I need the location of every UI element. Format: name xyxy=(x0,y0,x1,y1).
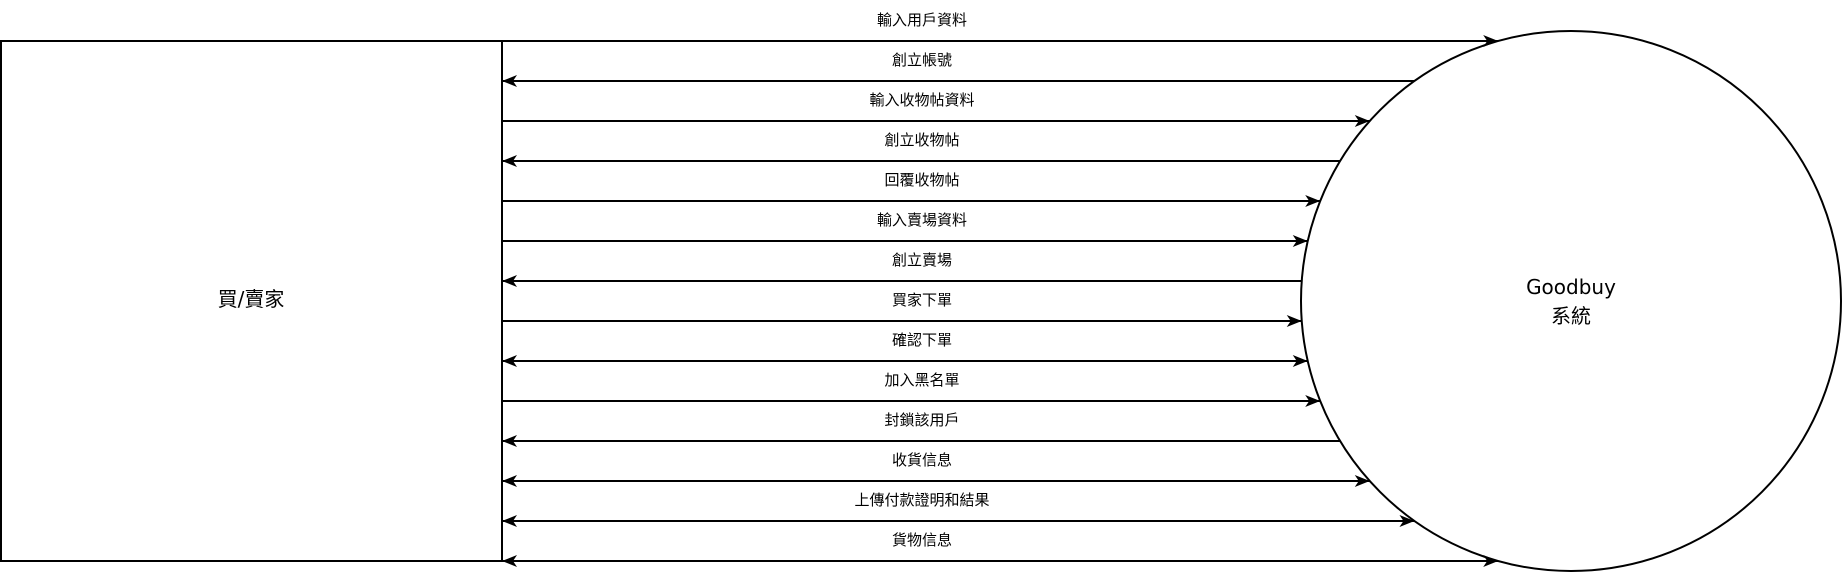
flow-label: 封鎖該用戶 xyxy=(884,411,959,429)
flow-label: 買家下單 xyxy=(892,291,952,309)
flow-label: 輸入收物帖資料 xyxy=(869,91,974,109)
flow-label: 確認下單 xyxy=(892,331,952,349)
flow-label: 回覆收物帖 xyxy=(884,171,959,189)
flow-label: 收貨信息 xyxy=(892,451,952,469)
system-name: Goodbuy xyxy=(1526,275,1616,299)
system-subtitle: 系統 xyxy=(1551,304,1591,328)
flow-label: 創立帳號 xyxy=(892,51,952,69)
flow-label: 上傳付款證明和結果 xyxy=(854,491,989,509)
flow-label: 加入黑名單 xyxy=(884,371,959,389)
flow-label: 創立賣場 xyxy=(892,251,952,269)
flow-label: 貨物信息 xyxy=(892,531,952,549)
system-circle xyxy=(1300,30,1842,572)
flow-label: 輸入用戶資料 xyxy=(877,11,967,29)
context-diagram: 買/賣家 Goodbuy 系統 輸入用戶資料創立帳號輸入收物帖資料創立收物帖回覆… xyxy=(0,11,1842,572)
flow-label: 創立收物帖 xyxy=(884,131,959,149)
flow-label: 輸入賣場資料 xyxy=(877,211,967,229)
entity-label: 買/賣家 xyxy=(218,287,285,311)
